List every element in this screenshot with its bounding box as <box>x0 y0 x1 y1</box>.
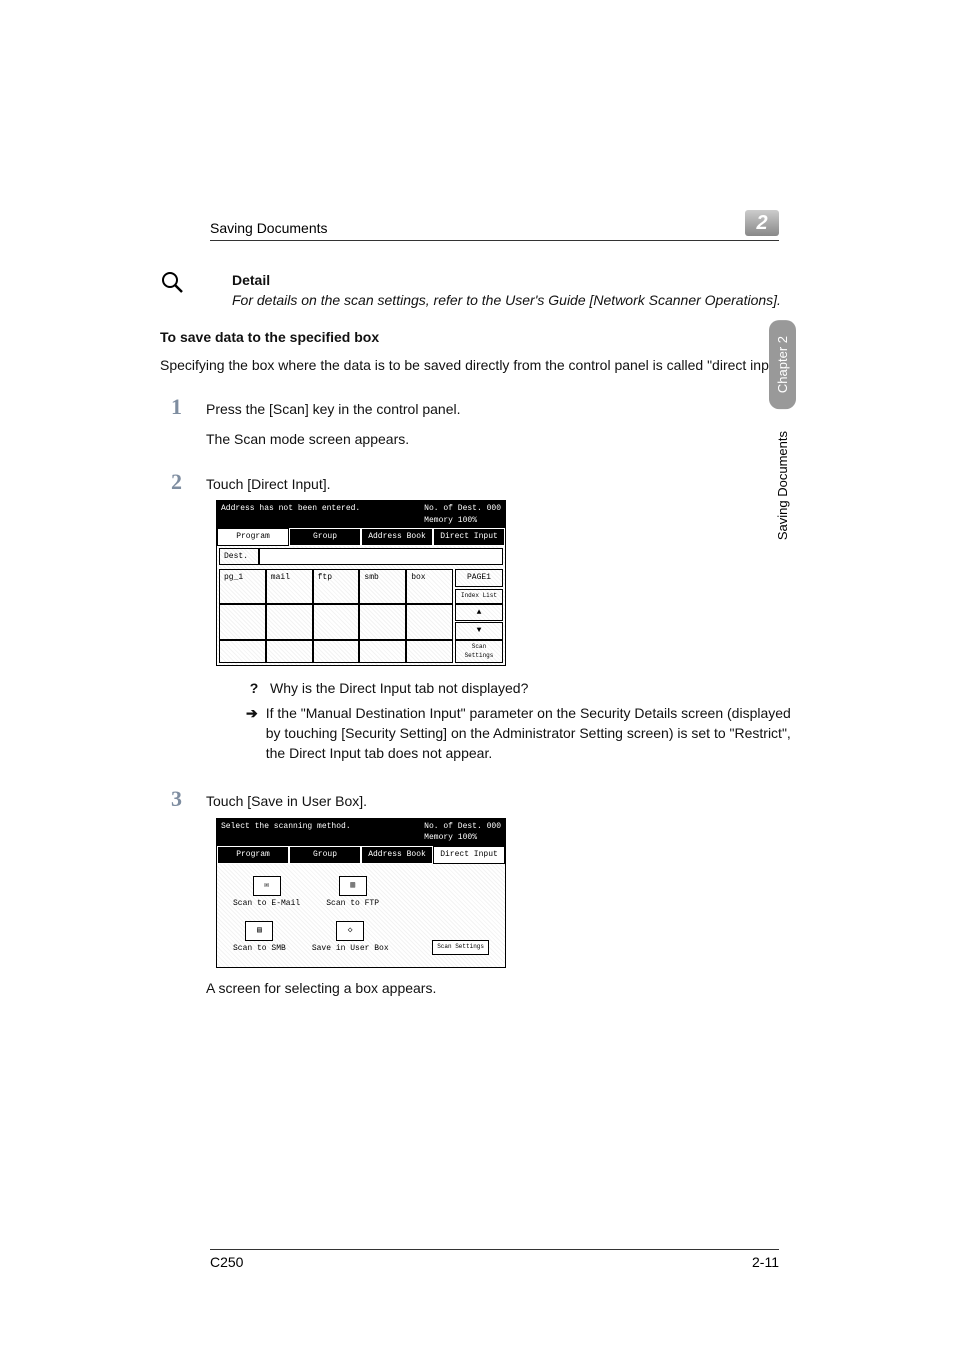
cell-pg1: pg_1 <box>219 569 266 603</box>
footer-model: C250 <box>210 1254 243 1270</box>
cell-mail: mail <box>266 569 313 603</box>
tab-address-book: Address Book <box>361 528 433 546</box>
step-subtext: The Scan mode screen appears. <box>206 429 794 449</box>
page-footer: C250 2-11 <box>210 1249 779 1270</box>
question-icon: ? <box>246 678 262 698</box>
box-icon: ◇ <box>336 921 364 941</box>
qa-answer: If the "Manual Destination Input" parame… <box>266 703 794 764</box>
tab-direct-input: Direct Input <box>433 528 505 546</box>
step-text: Touch [Save in User Box]. <box>206 791 794 811</box>
dest-count-label: No. of Dest. <box>424 504 482 513</box>
qa-question: Why is the Direct Input tab not displaye… <box>270 678 528 698</box>
side-section-label: Saving Documents <box>775 431 790 540</box>
step-1: 1 Press the [Scan] key in the control pa… <box>160 391 794 450</box>
control-panel-screenshot-2: Select the scanning method. No. of Dest.… <box>216 818 506 968</box>
scan-to-ftp-button: ▥ Scan to FTP <box>326 876 379 910</box>
dest-label: Dest. <box>219 548 259 566</box>
detail-body: For details on the scan settings, refer … <box>232 290 781 310</box>
icon-label: Scan to SMB <box>233 943 286 955</box>
arrow-right-icon: ➔ <box>246 703 258 723</box>
detail-callout: Detail For details on the scan settings,… <box>160 270 794 311</box>
dest-count: 000 <box>487 822 501 831</box>
cell-smb: smb <box>359 569 406 603</box>
panel-status: Address has not been entered. <box>221 503 360 526</box>
tab-group: Group <box>289 846 361 864</box>
icon-label: Scan to FTP <box>326 898 379 910</box>
content-area: Detail For details on the scan settings,… <box>160 270 794 998</box>
step-text: Touch [Direct Input]. <box>206 474 794 494</box>
detail-heading: Detail <box>232 270 781 290</box>
step-after-text: A screen for selecting a box appears. <box>206 978 794 998</box>
step-text: Press the [Scan] key in the control pane… <box>206 399 794 419</box>
down-arrow-icon: ▼ <box>455 622 503 640</box>
dest-count: 000 <box>487 504 501 513</box>
save-in-user-box-button: ◇ Save in User Box <box>312 921 389 955</box>
side-tab: Chapter 2 Saving Documents <box>769 320 796 540</box>
up-arrow-icon: ▲ <box>455 604 503 622</box>
step-3: 3 Touch [Save in User Box]. Select the s… <box>160 783 794 998</box>
subsection-heading: To save data to the specified box <box>160 327 794 347</box>
icon-label: Save in User Box <box>312 943 389 955</box>
tab-address-book: Address Book <box>361 846 433 864</box>
scan-to-email-button: ✉ Scan to E-Mail <box>233 876 300 910</box>
footer-page-number: 2-11 <box>752 1254 779 1270</box>
running-header: Saving Documents 2 <box>210 210 779 241</box>
memory-value: 100% <box>458 833 477 842</box>
step-number: 3 <box>160 783 182 815</box>
side-chapter-label: Chapter 2 <box>769 320 796 409</box>
qa-block: ? Why is the Direct Input tab not displa… <box>246 678 794 763</box>
panel-status: Select the scanning method. <box>221 821 351 844</box>
page-label: PAGE1 <box>455 569 503 587</box>
memory-label: Memory <box>424 516 453 525</box>
step-number: 1 <box>160 391 182 423</box>
chapter-number-badge: 2 <box>745 210 779 236</box>
tab-direct-input: Direct Input <box>433 846 505 864</box>
ftp-icon: ▥ <box>339 876 367 896</box>
control-panel-screenshot-1: Address has not been entered. No. of Des… <box>216 500 506 666</box>
memory-label: Memory <box>424 833 453 842</box>
cell-box: box <box>406 569 453 603</box>
smb-icon: ▤ <box>245 921 273 941</box>
dest-count-label: No. of Dest. <box>424 822 482 831</box>
step-number: 2 <box>160 466 182 498</box>
magnifier-icon <box>160 270 184 294</box>
step-2: 2 Touch [Direct Input]. Address has not … <box>160 466 794 768</box>
document-page: Saving Documents 2 Chapter 2 Saving Docu… <box>0 0 954 1350</box>
scan-to-smb-button: ▤ Scan to SMB <box>233 921 286 955</box>
index-button: Index List <box>455 589 503 604</box>
cell-ftp: ftp <box>313 569 360 603</box>
tab-program: Program <box>217 846 289 864</box>
scan-settings-button: Scan Settings <box>432 940 489 955</box>
intro-paragraph: Specifying the box where the data is to … <box>160 355 794 375</box>
tab-program: Program <box>217 528 289 546</box>
tab-group: Group <box>289 528 361 546</box>
envelope-icon: ✉ <box>253 876 281 896</box>
scan-settings-button: Scan Settings <box>455 640 503 663</box>
running-title: Saving Documents <box>210 220 328 236</box>
memory-value: 100% <box>458 516 477 525</box>
icon-label: Scan to E-Mail <box>233 898 300 910</box>
